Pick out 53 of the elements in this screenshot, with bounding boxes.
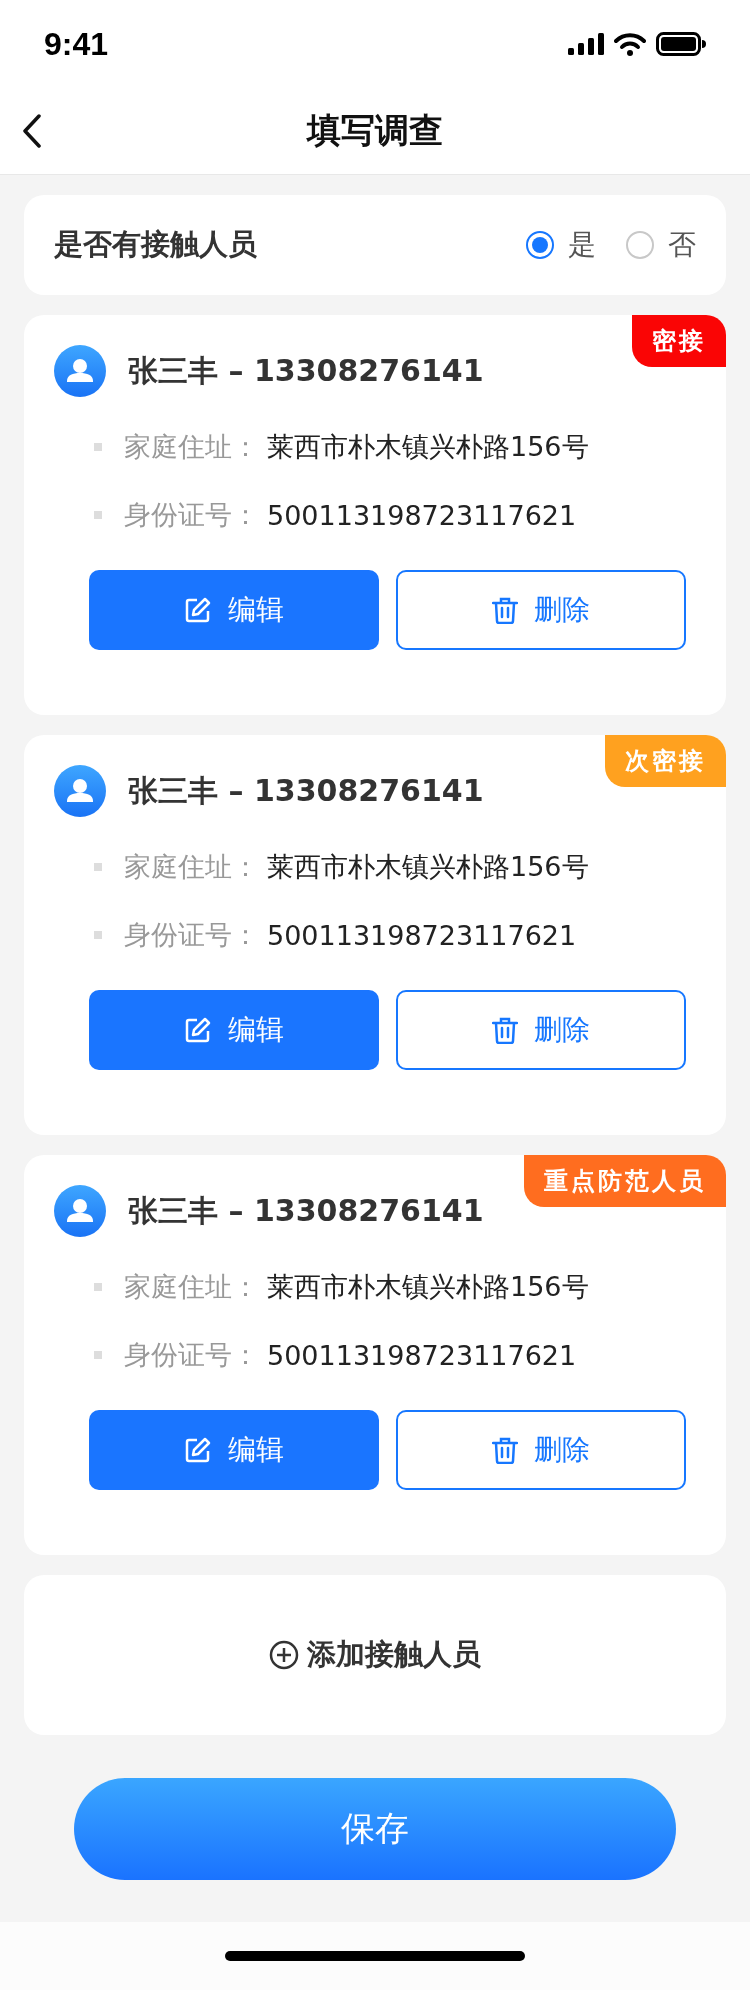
edit-icon bbox=[184, 1016, 212, 1044]
field-label: 家庭住址： bbox=[124, 850, 259, 884]
bullet-icon bbox=[94, 511, 102, 519]
field-label: 身份证号： bbox=[124, 498, 259, 532]
trash-icon bbox=[492, 1436, 518, 1464]
radio-label[interactable]: 是 bbox=[568, 226, 596, 264]
plus-circle-icon bbox=[269, 1640, 299, 1670]
tag-label: 次密接 bbox=[605, 735, 726, 787]
avatar-icon bbox=[54, 1185, 106, 1237]
field-value: 500113198723117621 bbox=[267, 499, 577, 531]
add-contact-button[interactable]: 添加接触人员 bbox=[24, 1575, 726, 1735]
field-label: 身份证号： bbox=[124, 918, 259, 952]
radio-label[interactable]: 否 bbox=[668, 226, 696, 264]
field-value: 莱西市朴木镇兴朴路156号 bbox=[267, 1270, 589, 1304]
delete-button[interactable]: 删除 bbox=[396, 1410, 686, 1490]
edit-button[interactable]: 编辑 bbox=[89, 990, 379, 1070]
bullet-icon bbox=[94, 863, 102, 871]
delete-button[interactable]: 删除 bbox=[396, 990, 686, 1070]
radio-button[interactable] bbox=[626, 231, 654, 259]
field-value: 莱西市朴木镇兴朴路156号 bbox=[267, 430, 589, 464]
field-value: 500113198723117621 bbox=[267, 1339, 577, 1371]
trash-icon bbox=[492, 596, 518, 624]
radio-button[interactable] bbox=[526, 231, 554, 259]
field-value: 莱西市朴木镇兴朴路156号 bbox=[267, 850, 589, 884]
trash-icon bbox=[492, 1016, 518, 1044]
field-label: 身份证号： bbox=[124, 1338, 259, 1372]
edit-icon bbox=[184, 1436, 212, 1464]
edit-button[interactable]: 编辑 bbox=[89, 570, 379, 650]
bullet-icon bbox=[94, 1283, 102, 1291]
status-time: 9:41 bbox=[44, 25, 109, 63]
back-icon[interactable] bbox=[22, 114, 42, 148]
page-title: 填写调查 bbox=[307, 109, 443, 152]
avatar-icon bbox=[54, 345, 106, 397]
tag-label: 重点防范人员 bbox=[524, 1155, 726, 1207]
avatar-icon bbox=[54, 765, 106, 817]
bullet-icon bbox=[94, 443, 102, 451]
field-label: 家庭住址： bbox=[124, 1270, 259, 1304]
battery-icon bbox=[656, 32, 706, 56]
bullet-icon bbox=[94, 931, 102, 939]
edit-button[interactable]: 编辑 bbox=[89, 1410, 379, 1490]
tag-label: 密接 bbox=[632, 315, 726, 367]
bullet-icon bbox=[94, 1351, 102, 1359]
field-value: 500113198723117621 bbox=[267, 919, 577, 951]
delete-button[interactable]: 删除 bbox=[396, 570, 686, 650]
edit-icon bbox=[184, 596, 212, 624]
field-label: 家庭住址： bbox=[124, 430, 259, 464]
question-label: 是否有接触人员 bbox=[54, 226, 257, 263]
wifi-icon bbox=[614, 32, 646, 56]
contact-name: 张三丰 – 13308276141 bbox=[128, 1191, 484, 1230]
signal-icon bbox=[568, 33, 604, 55]
save-button[interactable]: 保存 bbox=[74, 1778, 676, 1880]
contact-name: 张三丰 – 13308276141 bbox=[128, 771, 484, 810]
contact-name: 张三丰 – 13308276141 bbox=[128, 351, 484, 390]
